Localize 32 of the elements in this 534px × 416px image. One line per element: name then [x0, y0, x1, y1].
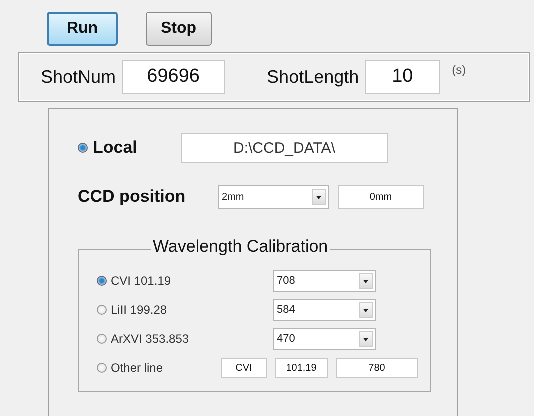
wavelength-dropdown[interactable]: 584 — [273, 299, 376, 321]
path-field[interactable]: D:\CCD_DATA\ — [181, 133, 388, 163]
shot-num-label: ShotNum — [41, 66, 116, 88]
wavelength-dropdown[interactable]: 470 — [273, 328, 376, 350]
ccd-position-label: CCD position — [78, 187, 187, 207]
shot-length-field[interactable]: 10 — [365, 60, 440, 94]
run-button[interactable]: Run — [47, 12, 118, 46]
radio-button[interactable] — [97, 334, 107, 344]
line-field[interactable]: CVI — [221, 358, 267, 378]
line-label: Other line — [111, 361, 164, 375]
caret-icon — [359, 273, 373, 289]
line-field[interactable]: 780 — [336, 358, 418, 378]
line-field[interactable]: 101.19 — [275, 358, 328, 378]
shot-num-field[interactable]: 69696 — [122, 60, 226, 94]
wavelength-dropdown[interactable]: 708 — [273, 270, 376, 292]
group-title: Wavelength Calibration — [151, 237, 330, 257]
line-label: LiII 199.28 — [111, 303, 168, 317]
caret-icon — [312, 189, 326, 205]
caret-icon — [359, 302, 373, 318]
line-label: CVI 101.19 — [111, 274, 172, 288]
radio-button[interactable] — [97, 305, 107, 315]
position-field[interactable]: 0mm — [338, 185, 424, 209]
line-label: ArXVI 353.853 — [111, 332, 190, 346]
position-dropdown[interactable]: 2mm — [218, 185, 329, 209]
local-label: Local — [93, 138, 138, 158]
radio-button[interactable] — [78, 143, 88, 153]
caret-icon — [359, 331, 373, 347]
unit-label: (s) — [452, 63, 466, 77]
stop-button[interactable]: Stop — [146, 12, 212, 46]
radio-button[interactable] — [97, 276, 107, 286]
shot-length-label: ShotLength — [267, 66, 360, 88]
radio-button[interactable] — [97, 363, 107, 373]
